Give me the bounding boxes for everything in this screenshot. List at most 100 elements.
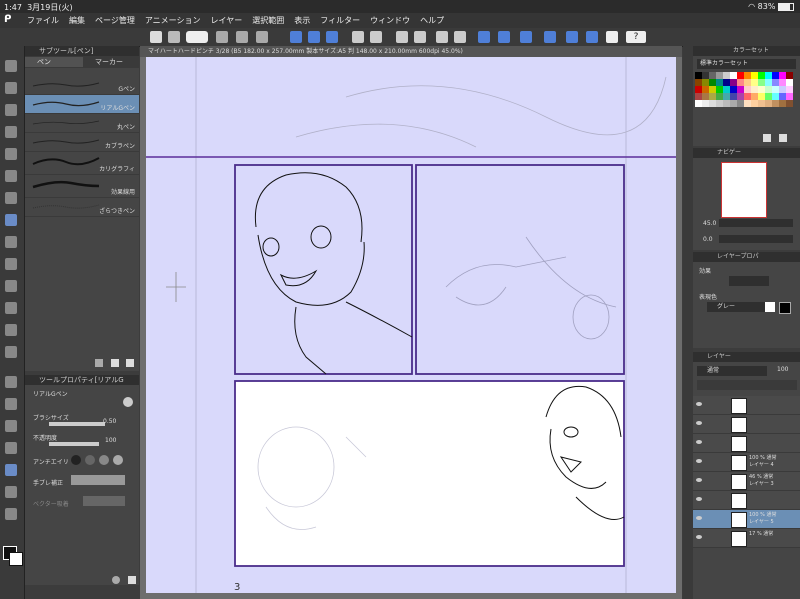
menu-window[interactable]: ウィンドウ	[365, 15, 415, 26]
open-icon[interactable]	[216, 31, 228, 43]
color-swatch[interactable]	[716, 86, 723, 93]
antialias-mid[interactable]	[99, 455, 109, 465]
color-swatch[interactable]	[702, 86, 709, 93]
fill-bucket-icon[interactable]	[5, 346, 17, 358]
page-icon-1[interactable]	[290, 31, 302, 43]
grid-view-icon[interactable]	[150, 31, 162, 43]
page-icon-2[interactable]	[308, 31, 320, 43]
menu-selection[interactable]: 選択範囲	[247, 15, 289, 26]
color-swatch[interactable]	[702, 93, 709, 100]
decoration-icon[interactable]	[5, 280, 17, 292]
color-white-swatch[interactable]	[765, 302, 775, 312]
menu-layer[interactable]: レイヤー	[206, 15, 248, 26]
color-swatch[interactable]	[702, 72, 709, 79]
color-swatch[interactable]	[723, 72, 730, 79]
text-icon[interactable]	[5, 464, 17, 476]
color-swatch[interactable]	[709, 93, 716, 100]
sub-color-swatch[interactable]	[9, 552, 23, 566]
colorset-preset-select[interactable]: 標準カラーセット	[697, 59, 796, 69]
tab-marker[interactable]: マーカー	[83, 57, 145, 67]
color-swatch[interactable]	[779, 79, 786, 86]
menu-page[interactable]: ページ管理	[90, 15, 140, 26]
eyedropper-icon[interactable]	[5, 170, 17, 182]
eraser-icon[interactable]	[5, 302, 17, 314]
color-swatch[interactable]	[716, 72, 723, 79]
effect-buttons[interactable]	[729, 276, 769, 286]
brush-item[interactable]: カブラペン	[25, 133, 139, 152]
hand-icon[interactable]	[5, 82, 17, 94]
layer-row-selected[interactable]: 100 % 通常 レイヤー 5	[693, 510, 800, 529]
color-swatch[interactable]	[779, 86, 786, 93]
color-swatch[interactable]	[737, 100, 744, 107]
color-swatch[interactable]	[695, 93, 702, 100]
clip-studio-logo-icon[interactable]: ᑭ	[4, 14, 16, 26]
snap-grid-icon[interactable]	[544, 31, 556, 43]
color-swatch[interactable]	[751, 86, 758, 93]
rotate-controls[interactable]	[719, 235, 793, 243]
color-swatch[interactable]	[786, 79, 793, 86]
color-swatch[interactable]	[758, 93, 765, 100]
layer-row[interactable]: 100 % 通常 レイヤー 4	[693, 453, 800, 472]
subtool-settings-icon[interactable]	[95, 359, 103, 367]
brush-size-slider[interactable]	[49, 422, 105, 426]
balloon-icon[interactable]	[5, 486, 17, 498]
eye-icon[interactable]	[696, 478, 702, 482]
expand-selection-icon[interactable]	[498, 31, 510, 43]
eye-icon[interactable]	[696, 402, 702, 406]
zoom-icon[interactable]	[5, 60, 17, 72]
color-swatch[interactable]	[758, 86, 765, 93]
color-swatch[interactable]	[702, 79, 709, 86]
color-swatch[interactable]	[772, 79, 779, 86]
color-swatch[interactable]	[709, 86, 716, 93]
antialias-none[interactable]	[71, 455, 81, 465]
color-swatch[interactable]	[751, 93, 758, 100]
stabilization-slider[interactable]	[71, 475, 125, 485]
color-swatch[interactable]	[737, 72, 744, 79]
reset-icon[interactable]	[112, 576, 120, 584]
color-black-swatch[interactable]	[779, 302, 791, 314]
gradient-icon[interactable]	[5, 376, 17, 388]
color-swatch[interactable]	[751, 100, 758, 107]
layer-row[interactable]	[693, 491, 800, 510]
wrench-icon[interactable]	[123, 397, 133, 407]
eye-icon[interactable]	[696, 516, 702, 520]
color-swatch[interactable]	[751, 72, 758, 79]
selection-icon[interactable]	[5, 148, 17, 160]
blend-mode-select[interactable]: 通常	[697, 366, 767, 376]
color-swatch[interactable]	[758, 100, 765, 107]
ruler-icon[interactable]	[5, 442, 17, 454]
brush-item[interactable]: Gペン	[25, 76, 139, 95]
menu-view[interactable]: 表示	[289, 15, 315, 26]
operation-icon[interactable]	[5, 104, 17, 116]
wrench-settings-icon[interactable]	[128, 576, 136, 584]
help-icon[interactable]: ?	[626, 31, 646, 43]
brush-item[interactable]: カリグラフィ	[25, 152, 139, 175]
airbrush-icon[interactable]	[5, 258, 17, 270]
snap-perspective-icon[interactable]	[566, 31, 578, 43]
color-swatch[interactable]	[765, 72, 772, 79]
save-as-icon[interactable]	[256, 31, 268, 43]
move-layer-icon[interactable]	[5, 126, 17, 138]
menu-filter[interactable]: フィルター	[315, 15, 365, 26]
color-swatch[interactable]	[772, 72, 779, 79]
crop-icon[interactable]	[454, 31, 466, 43]
color-swatch[interactable]	[765, 93, 772, 100]
color-swatch[interactable]	[744, 86, 751, 93]
color-swatch[interactable]	[779, 93, 786, 100]
color-swatch[interactable]	[723, 86, 730, 93]
color-swatch[interactable]	[744, 100, 751, 107]
color-swatch[interactable]	[716, 100, 723, 107]
color-swatch[interactable]	[772, 86, 779, 93]
redo-icon[interactable]	[370, 31, 382, 43]
color-swatch[interactable]	[723, 100, 730, 107]
snap-ruler-icon[interactable]	[520, 31, 532, 43]
color-swatch[interactable]	[695, 86, 702, 93]
color-swatch[interactable]	[730, 86, 737, 93]
color-swatch[interactable]	[765, 86, 772, 93]
fill-icon[interactable]	[478, 31, 490, 43]
color-swatch[interactable]	[716, 79, 723, 86]
duplicate-subtool-icon[interactable]	[111, 359, 119, 367]
antialias-weak[interactable]	[85, 455, 95, 465]
layer-row[interactable]: 17 % 通常	[693, 529, 800, 548]
brush-icon[interactable]	[5, 236, 17, 248]
